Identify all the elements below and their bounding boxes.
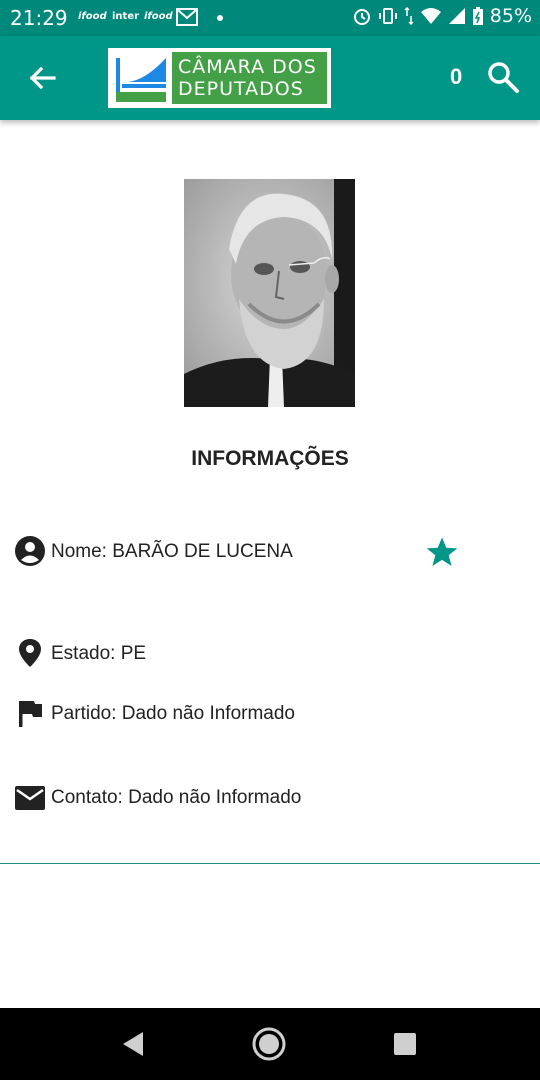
notification-ifood-2: ifood [144, 11, 173, 22]
location-pin-icon [19, 639, 41, 667]
deputy-name: Nome: BARÃO DE LUCENA [51, 541, 293, 562]
nav-back-icon[interactable] [121, 1030, 145, 1058]
deputy-photo [184, 179, 355, 407]
logo-line-2: DEPUTADOS [178, 78, 304, 100]
gmail-icon [176, 8, 198, 26]
deputy-state: Estado: PE [51, 643, 147, 664]
battery-icon [472, 7, 483, 25]
alarm-icon [353, 9, 370, 25]
camara-logo-mark [112, 52, 168, 104]
logo-line-1: CÂMARA DOS [178, 56, 317, 78]
dot-icon [217, 15, 223, 21]
section-title: INFORMAÇÕES [191, 447, 349, 470]
nav-home-icon[interactable] [252, 1027, 286, 1061]
notification-inter: inter [112, 11, 140, 22]
data-arrows-icon [404, 6, 414, 26]
app-bar: CÂMARA DOS DEPUTADOS 0 [0, 36, 540, 120]
notification-ifood: ifood [78, 11, 107, 22]
camara-logo-text: CÂMARA DOS DEPUTADOS [172, 52, 327, 104]
status-time: 21:29 [10, 6, 68, 30]
flag-icon [19, 701, 42, 727]
camara-logo: CÂMARA DOS DEPUTADOS [108, 48, 331, 108]
nav-recents-icon[interactable] [393, 1032, 417, 1056]
wifi-icon [420, 8, 441, 24]
deputy-contact: Contato: Dado não Informado [51, 787, 302, 808]
favorites-count[interactable]: 0 [450, 64, 462, 90]
deputy-party: Partido: Dado não Informado [51, 703, 295, 724]
mail-icon [15, 786, 45, 810]
vibrate-icon [378, 8, 397, 24]
back-arrow-icon[interactable] [26, 62, 58, 94]
status-bar: 21:29 ifood inter ifood 85% [0, 0, 540, 36]
search-icon[interactable] [486, 60, 520, 94]
divider [0, 863, 540, 864]
system-nav-bar [0, 1008, 540, 1080]
battery-percent: 85% [489, 5, 532, 27]
signal-icon [448, 8, 465, 24]
star-icon[interactable] [425, 535, 459, 569]
person-icon [15, 536, 45, 566]
